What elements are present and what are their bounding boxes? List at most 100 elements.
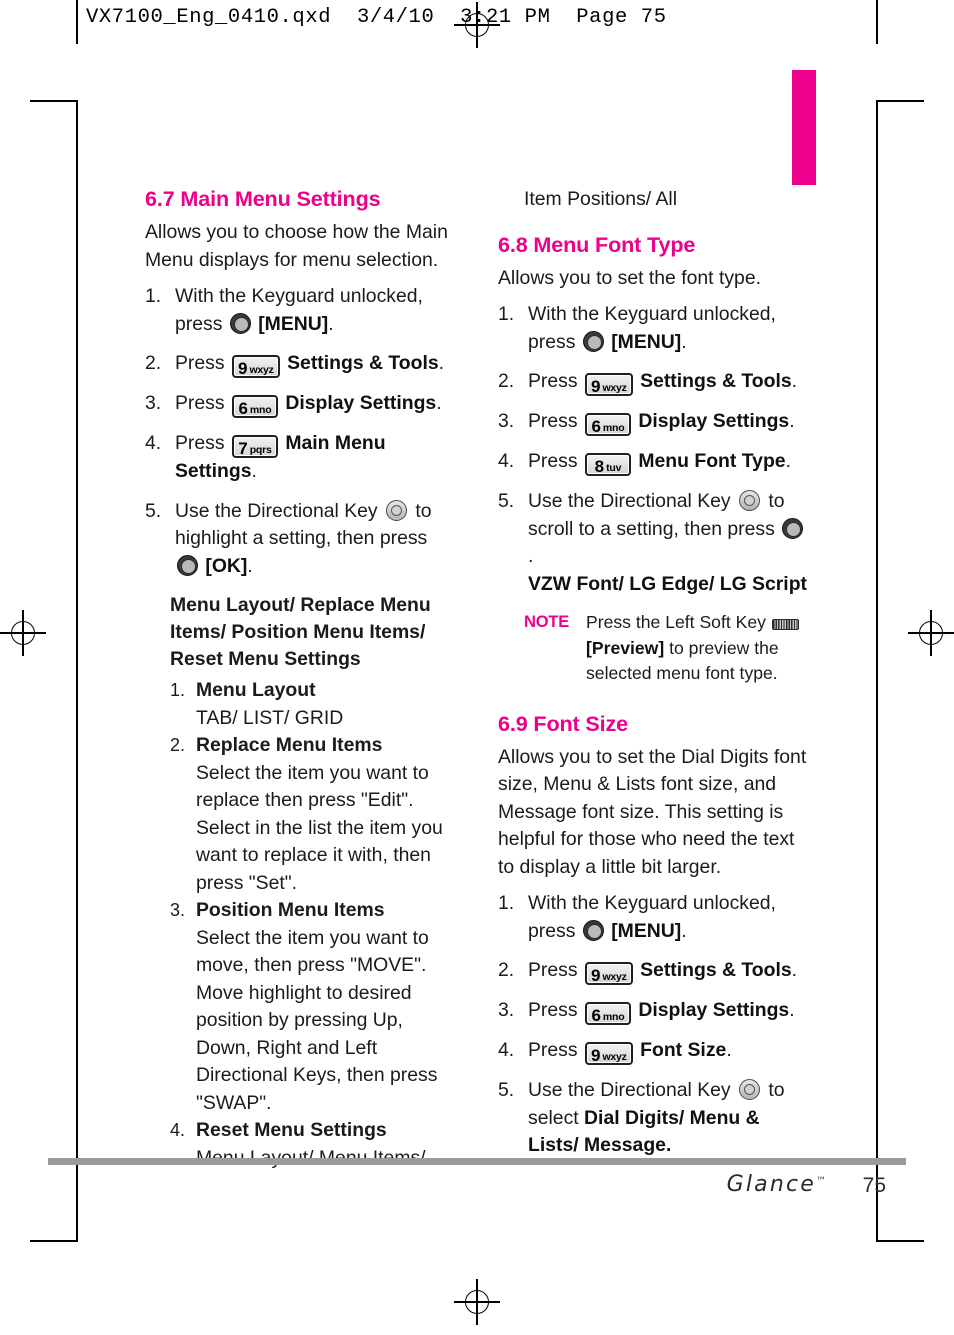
- keypad-letters: tuv: [606, 462, 622, 474]
- keypad-9-icon: 9 wxyz: [231, 355, 280, 378]
- directional-key-icon: [739, 490, 761, 511]
- crop-mark-upper-right-h: [876, 100, 924, 102]
- directional-key-icon: [739, 1079, 761, 1100]
- section-heading-font-size: 6.9 Font Size: [498, 710, 629, 736]
- step-bold-label: Settings & Tools: [640, 370, 792, 392]
- step-bold-label: [OK]: [205, 554, 248, 577]
- step-text: Use the Directional Key: [528, 1079, 731, 1101]
- crop-mark-lower-right-h: [876, 1240, 924, 1242]
- step-period: .: [791, 370, 798, 392]
- ok-key-icon: [229, 312, 251, 334]
- keypad-letters: wxyz: [602, 971, 627, 983]
- steps-font-size: 1. With the Keyguard unlocked, press [ME…: [498, 890, 810, 1160]
- step-period: .: [436, 392, 442, 414]
- sublist-item: 2. Replace Menu Items Select the item yo…: [170, 732, 457, 897]
- step-text: Press: [175, 392, 225, 414]
- left-column: 6.7 Main Menu Settings Allows you to cho…: [145, 186, 457, 1172]
- step-number: 1.: [498, 892, 515, 914]
- step-number: 2.: [145, 352, 162, 374]
- keypad-digit: 9: [590, 966, 601, 985]
- step-item: 2. Press 9 wxyz Settings & Tools.: [498, 368, 810, 396]
- step-number: 4.: [498, 1039, 515, 1061]
- step-number: 5.: [498, 490, 515, 512]
- step-text: Press: [175, 352, 225, 374]
- crop-mark-top-right-v: [876, 0, 878, 44]
- step-item: 1. With the Keyguard unlocked, press [ME…: [498, 301, 810, 356]
- step-item: 2. Press 9 wxyz Settings & Tools.: [145, 350, 457, 378]
- step-item: 1. With the Keyguard unlocked, press [ME…: [498, 890, 810, 945]
- step-bold-label: Menu Font Type: [638, 450, 786, 472]
- step-period: .: [438, 352, 445, 374]
- soft-key-icon: [771, 619, 799, 630]
- step-text: Press: [528, 959, 578, 981]
- right-column: Item Positions/ All 6.8 Menu Font Type A…: [498, 186, 810, 1172]
- step-item: 3. Press 6 mno Display Settings.: [498, 997, 810, 1025]
- section-heading-main-menu-settings: 6.7 Main Menu Settings: [145, 186, 381, 211]
- step-bold-label: Display Settings: [638, 410, 790, 432]
- keypad-digit: 6: [591, 1006, 601, 1025]
- note-bold-label: [Preview]: [586, 637, 665, 658]
- step-period: .: [251, 460, 257, 482]
- footer-rule: [48, 1158, 906, 1165]
- ok-key-icon: [782, 517, 804, 539]
- step-text: Press: [528, 370, 578, 392]
- step-period: .: [328, 312, 334, 335]
- step-item: 2. Press 9 wxyz Settings & Tools.: [498, 957, 810, 985]
- keypad-9-icon: 9 wxyz: [584, 373, 633, 396]
- step-period: .: [528, 545, 534, 567]
- step-text: Press: [528, 999, 578, 1021]
- step-bold-label: [MENU]: [258, 312, 329, 335]
- sublist-title: Menu Layout: [196, 679, 316, 701]
- step-text: Press: [528, 1039, 578, 1061]
- step-bold-label: [MENU]: [611, 330, 682, 353]
- sublist-number: 2.: [170, 735, 186, 755]
- step-bold-label: Display Settings: [638, 999, 790, 1021]
- keypad-digit: 9: [590, 377, 601, 396]
- trademark-symbol: ™: [816, 1176, 826, 1187]
- font-type-options: VZW Font/ LG Edge/ LG Script: [528, 572, 807, 595]
- sublist-desc: Select the item you want to move, then p…: [196, 926, 438, 1114]
- section-intro-main-menu-settings: Allows you to choose how the Main Menu d…: [145, 221, 448, 271]
- keypad-letters: pqrs: [249, 444, 272, 456]
- sublist-number: 1.: [170, 680, 186, 700]
- sublist-number: 4.: [170, 1120, 186, 1140]
- step-number: 3.: [498, 410, 515, 432]
- step-item: 5. Use the Directional Key to select Dia…: [498, 1077, 810, 1160]
- keypad-9-icon: 9 wxyz: [584, 962, 633, 985]
- keypad-6-icon: 6 mno: [231, 395, 278, 418]
- step-item: 1. With the Keyguard unlocked, press [ME…: [145, 283, 457, 338]
- step-period: .: [726, 1039, 732, 1061]
- step-period: .: [789, 999, 795, 1021]
- step-number: 5.: [145, 499, 162, 522]
- keypad-letters: wxyz: [602, 1051, 627, 1063]
- keypad-letters: mno: [602, 1011, 625, 1023]
- step-bold-label: Display Settings: [285, 392, 437, 414]
- sublist-item: 1. Menu Layout TAB/ LIST/ GRID: [170, 677, 457, 732]
- registration-mark-left: [0, 610, 46, 656]
- continued-line: Item Positions/ All: [524, 188, 678, 210]
- step-item: 3. Press 6 mno Display Settings.: [145, 390, 457, 418]
- page-number: 75: [862, 1174, 886, 1197]
- keypad-digit: 8: [594, 457, 605, 476]
- step-text: Use the Directional Key: [528, 490, 731, 512]
- menu-settings-options-block: Menu Layout/ Replace Menu Items/ Positio…: [170, 592, 457, 1172]
- registration-mark-bottom: [454, 1279, 500, 1325]
- step-number: 1.: [145, 285, 162, 307]
- manual-page: VX7100_Eng_0410.qxd 3/4/10 3:21 PM Page …: [0, 0, 954, 1335]
- step-bold-label: Settings & Tools: [640, 959, 792, 981]
- step-period: .: [247, 554, 253, 577]
- sublist-desc: TAB/ LIST/ GRID: [196, 706, 344, 729]
- keypad-6-icon: 6 mno: [584, 413, 631, 436]
- step-number: 1.: [498, 303, 515, 325]
- directional-key-icon: [386, 499, 408, 521]
- prepress-file-header: VX7100_Eng_0410.qxd 3/4/10 3:21 PM Page …: [86, 6, 667, 29]
- ok-key-icon: [177, 554, 198, 576]
- crop-mark-right-v: [876, 100, 878, 1240]
- registration-mark-top: [454, 2, 500, 48]
- sublist-number: 3.: [170, 900, 186, 920]
- section-heading-menu-font-type: 6.8 Menu Font Type: [498, 231, 696, 257]
- keypad-digit: 9: [237, 359, 248, 378]
- step-text: Press: [528, 450, 578, 472]
- step-item: 5. Use the Directional Key to scroll to …: [498, 488, 810, 598]
- section-intro-menu-font-type: Allows you to set the font type.: [498, 266, 761, 289]
